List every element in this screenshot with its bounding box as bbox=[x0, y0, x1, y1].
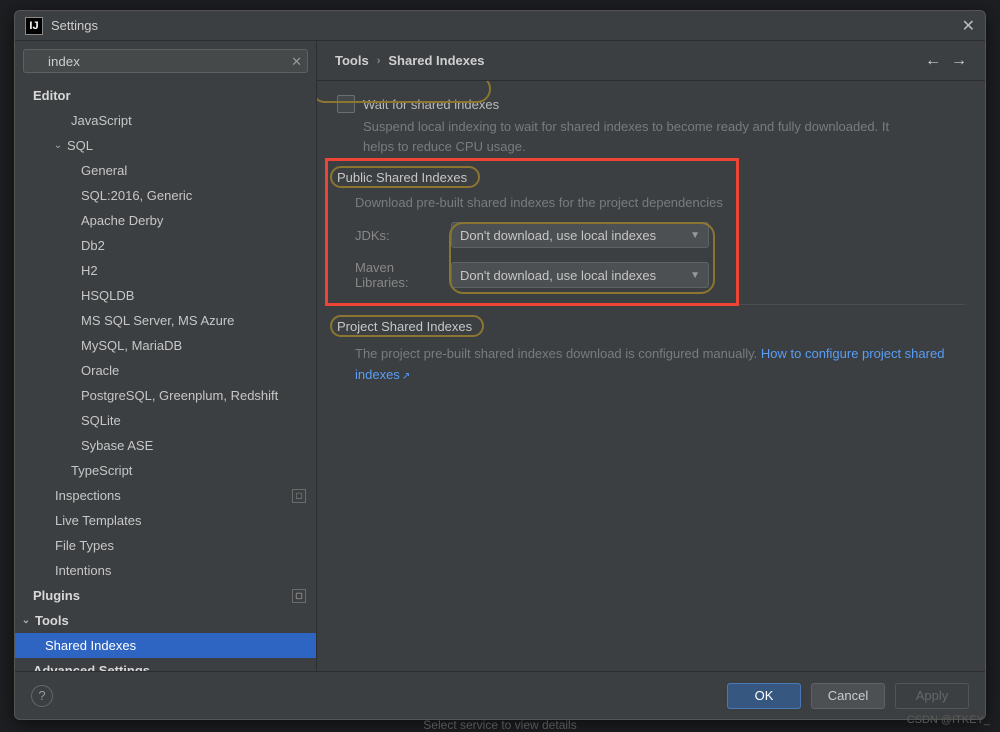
tree-live-templates[interactable]: Live Templates bbox=[15, 508, 316, 533]
main-panel: Tools › Shared Indexes ← → Wait for shar… bbox=[317, 41, 985, 671]
titlebar: IJ Settings ✕ bbox=[15, 11, 985, 41]
tree-inspections[interactable]: Inspections▢ bbox=[15, 483, 316, 508]
separator bbox=[337, 304, 965, 305]
project-badge-icon: ▢ bbox=[292, 589, 306, 603]
breadcrumb-tools[interactable]: Tools bbox=[335, 53, 369, 68]
tree-sql-item[interactable]: SQL:2016, Generic bbox=[15, 183, 316, 208]
public-section: Public Shared Indexes Download pre-built… bbox=[337, 170, 965, 290]
settings-dialog: IJ Settings ✕ 🔍 ✕ Editor JavaScript ⌄SQL… bbox=[14, 10, 986, 720]
close-icon[interactable]: ✕ bbox=[962, 16, 975, 36]
clear-search-icon[interactable]: ✕ bbox=[291, 54, 302, 70]
tree-javascript[interactable]: JavaScript bbox=[15, 108, 316, 133]
tree-plugins[interactable]: Plugins▢ bbox=[15, 583, 316, 608]
project-badge-icon: ▢ bbox=[292, 489, 306, 503]
chevron-right-icon: › bbox=[377, 55, 381, 67]
tree-sql-item[interactable]: Apache Derby bbox=[15, 208, 316, 233]
project-section: Project Shared Indexes The project pre-b… bbox=[337, 319, 965, 386]
tree-advanced-settings[interactable]: Advanced Settings bbox=[15, 658, 316, 671]
jdks-dropdown[interactable]: Don't download, use local indexes ▼ bbox=[451, 222, 709, 248]
help-icon[interactable]: ? bbox=[31, 685, 53, 707]
ok-button[interactable]: OK bbox=[727, 683, 801, 709]
tree-sql-item[interactable]: HSQLDB bbox=[15, 283, 316, 308]
tree-sql-item[interactable]: SQLite bbox=[15, 408, 316, 433]
nav-back-icon[interactable]: ← bbox=[925, 52, 941, 70]
maven-label: Maven Libraries: bbox=[355, 260, 451, 290]
tree-sql[interactable]: ⌄SQL bbox=[15, 133, 316, 158]
window-title: Settings bbox=[51, 18, 98, 33]
tree-intentions[interactable]: Intentions bbox=[15, 558, 316, 583]
breadcrumb-shared: Shared Indexes bbox=[388, 53, 484, 68]
wait-checkbox[interactable] bbox=[337, 95, 355, 113]
tree-sql-item[interactable]: H2 bbox=[15, 258, 316, 283]
breadcrumb: Tools › Shared Indexes ← → bbox=[317, 41, 985, 81]
tree-shared-indexes[interactable]: Shared Indexes bbox=[15, 633, 316, 658]
settings-tree[interactable]: Editor JavaScript ⌄SQL General SQL:2016,… bbox=[15, 81, 316, 671]
app-icon: IJ bbox=[25, 17, 43, 35]
tree-sql-item[interactable]: PostgreSQL, Greenplum, Redshift bbox=[15, 383, 316, 408]
chevron-down-icon: ▼ bbox=[690, 270, 700, 281]
public-title: Public Shared Indexes bbox=[337, 170, 467, 185]
tree-sql-item[interactable]: MySQL, MariaDB bbox=[15, 333, 316, 358]
search-input[interactable] bbox=[23, 49, 308, 73]
chevron-down-icon: ⌄ bbox=[19, 615, 33, 626]
cancel-button[interactable]: Cancel bbox=[811, 683, 885, 709]
chevron-down-icon: ▼ bbox=[690, 230, 700, 241]
sidebar: 🔍 ✕ Editor JavaScript ⌄SQL General SQL:2… bbox=[15, 41, 317, 671]
tree-sql-item[interactable]: MS SQL Server, MS Azure bbox=[15, 308, 316, 333]
wait-description: Suspend local indexing to wait for share… bbox=[363, 117, 903, 156]
tree-typescript[interactable]: TypeScript bbox=[15, 458, 316, 483]
wait-label: Wait for shared indexes bbox=[363, 97, 499, 112]
public-desc: Download pre-built shared indexes for th… bbox=[355, 195, 965, 210]
tree-sql-item[interactable]: Oracle bbox=[15, 358, 316, 383]
chevron-down-icon: ⌄ bbox=[51, 140, 65, 151]
tree-sql-item[interactable]: General bbox=[15, 158, 316, 183]
settings-panel: Wait for shared indexes Suspend local in… bbox=[317, 81, 985, 671]
dialog-content: 🔍 ✕ Editor JavaScript ⌄SQL General SQL:2… bbox=[15, 41, 985, 671]
apply-button[interactable]: Apply bbox=[895, 683, 969, 709]
project-title: Project Shared Indexes bbox=[337, 319, 472, 334]
maven-value: Don't download, use local indexes bbox=[460, 268, 656, 283]
maven-dropdown[interactable]: Don't download, use local indexes ▼ bbox=[451, 262, 709, 288]
tree-file-types[interactable]: File Types bbox=[15, 533, 316, 558]
jdks-label: JDKs: bbox=[355, 228, 451, 243]
jdks-value: Don't download, use local indexes bbox=[460, 228, 656, 243]
external-link-icon: ↗ bbox=[402, 371, 410, 382]
nav-forward-icon[interactable]: → bbox=[951, 52, 967, 70]
project-description: The project pre-built shared indexes dow… bbox=[355, 344, 965, 386]
watermark: CSDN @ITKEY_ bbox=[907, 714, 990, 726]
tree-sql-item[interactable]: Sybase ASE bbox=[15, 433, 316, 458]
tree-editor[interactable]: Editor bbox=[15, 83, 316, 108]
tree-tools[interactable]: ⌄Tools bbox=[15, 608, 316, 633]
footer: ? OK Cancel Apply bbox=[15, 671, 985, 719]
tree-sql-item[interactable]: Db2 bbox=[15, 233, 316, 258]
